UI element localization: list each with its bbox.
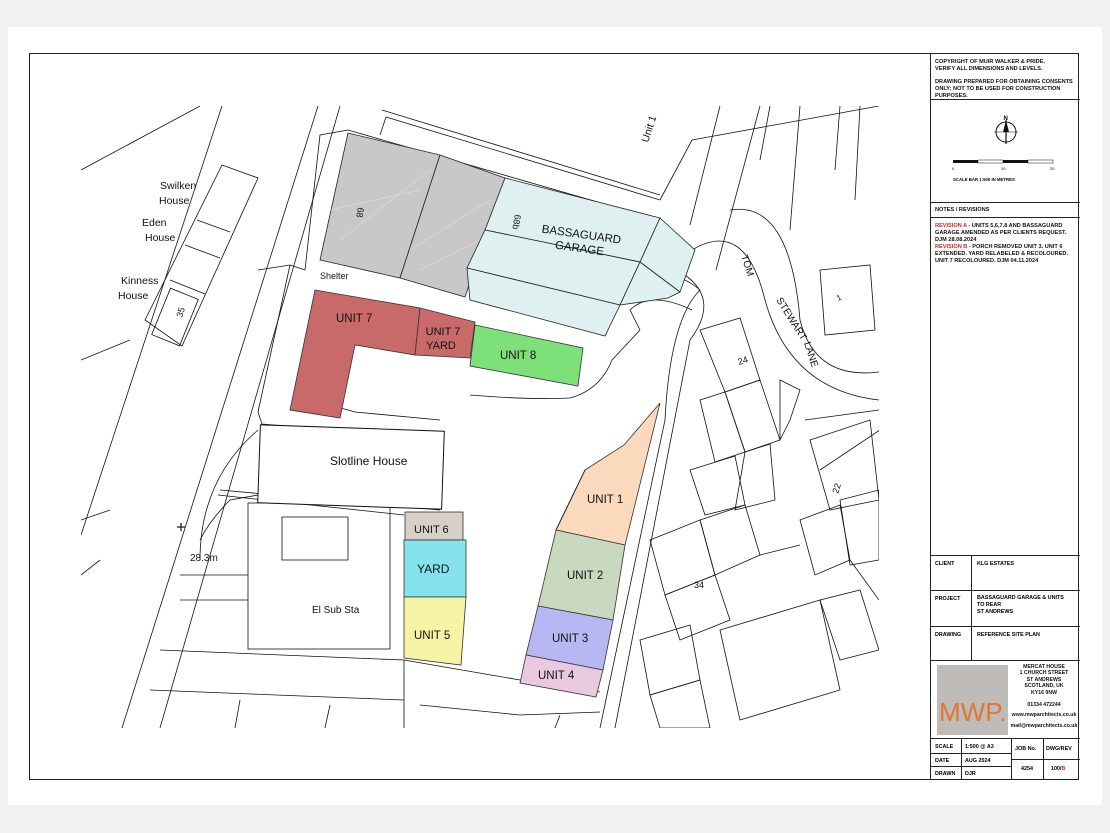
drawing-label: DRAWING (935, 632, 962, 638)
scale-bar (953, 159, 1054, 164)
date-label: DATE (935, 758, 950, 764)
practice-email[interactable]: mail@mwparchitects.co.uk (1009, 723, 1079, 729)
label-unit4: UNIT 4 (538, 670, 575, 682)
practice-web[interactable]: www.mwparchitects.co.uk (1009, 712, 1079, 718)
copyright-text: COPYRIGHT OF MUIR WALKER & PRIDE. VERIFY… (935, 59, 1073, 99)
project-label: PROJECT (935, 596, 961, 602)
copyright-notes: COPYRIGHT OF MUIR WALKER & PRIDE. VERIFY… (931, 53, 1080, 100)
north-scale-panel: N 0 10 20 SCALE BAR 1:500 IN METRES (931, 100, 1080, 203)
revision-b: REVISION B - PORCH REMOVED UNIT 3. UNIT … (935, 244, 1069, 264)
project-value: BASSAGUARD GARAGE & UNITS TO REAR ST AND… (977, 595, 1064, 615)
scale-tick-10: 10 (1001, 166, 1006, 171)
drawing-row: DRAWING REFERENCE SITE PLAN (931, 627, 1080, 661)
label-unit3: UNIT 3 (552, 633, 588, 645)
dwg-label: DWG/REV (1046, 746, 1072, 752)
label-shelter: Shelter (320, 271, 349, 281)
dwg-value: 100/B (1051, 766, 1066, 772)
client-value: KLG ESTATES (977, 561, 1014, 567)
label-unit5: UNIT 5 (414, 630, 450, 642)
mwp-logo: MWP. (937, 665, 1008, 735)
label-slotline: Slotline House (330, 454, 408, 468)
job-value: 4254 (1021, 766, 1033, 772)
notes-heading-row: NOTES / REVISIONS (931, 203, 1080, 218)
drawn-value: DJR (965, 771, 976, 777)
scale-label: SCALE (935, 744, 954, 750)
scale-caption: SCALE BAR 1:500 IN METRES (953, 177, 1015, 182)
scale-tick-0: 0 (952, 166, 955, 171)
label-unit6: UNIT 6 (414, 524, 449, 536)
notes-heading: NOTES / REVISIONS (935, 207, 990, 213)
title-block: COPYRIGHT OF MUIR WALKER & PRIDE. VERIFY… (930, 53, 1080, 780)
label-no34: 34 (694, 580, 704, 590)
scale-tick-20: 20 (1050, 166, 1055, 171)
job-label: JOB No. (1015, 746, 1037, 752)
north-arrow-icon: N 0 10 20 SCALE BAR 1:500 IN METRES (952, 116, 1055, 182)
north-label: N (1004, 116, 1008, 122)
label-unit1: UNIT 1 (587, 494, 623, 506)
client-label: CLIENT (935, 561, 955, 567)
revision-a: REVISION A - UNITS 5,6,7,8 AND BASSAGUAR… (935, 223, 1067, 243)
site-plan: Unit 1 Swilken House Eden House Kinness Hou… (81, 106, 879, 728)
site-plan-svg: Unit 1 Swilken House Eden House Kinness Hou… (81, 106, 879, 728)
practice-address: MERCAT HOUSE 1 CHURCH STREET ST ANDREWS … (1009, 664, 1079, 729)
info-grid: SCALE 1:500 @ A3 DATE AUG 2024 DRAWN DJR… (931, 739, 1080, 780)
label-unit8: UNIT 8 (500, 350, 536, 362)
project-row: PROJECT BASSAGUARD GARAGE & UNITS TO REA… (931, 591, 1080, 627)
date-value: AUG 2024 (965, 758, 991, 764)
label-unit7: UNIT 7 (336, 313, 372, 325)
drawing-value: REFERENCE SITE PLAN (977, 632, 1040, 638)
practice-row: MWP. MERCAT HOUSE 1 CHURCH STREET ST AND… (931, 661, 1080, 739)
revisions-panel: REVISION A - UNITS 5,6,7,8 AND BASSAGUAR… (931, 218, 1080, 556)
label-level: 28.3m (190, 553, 218, 564)
label-yard: YARD (417, 562, 450, 576)
scale-value: 1:500 @ A3 (965, 744, 994, 750)
label-unit2: UNIT 2 (567, 570, 603, 582)
label-el-sub: El Sub Sta (312, 605, 360, 616)
drawn-label: DRAWN (935, 771, 956, 777)
label-no68: 68 (354, 207, 366, 219)
client-row: CLIENT KLG ESTATES (931, 556, 1080, 591)
